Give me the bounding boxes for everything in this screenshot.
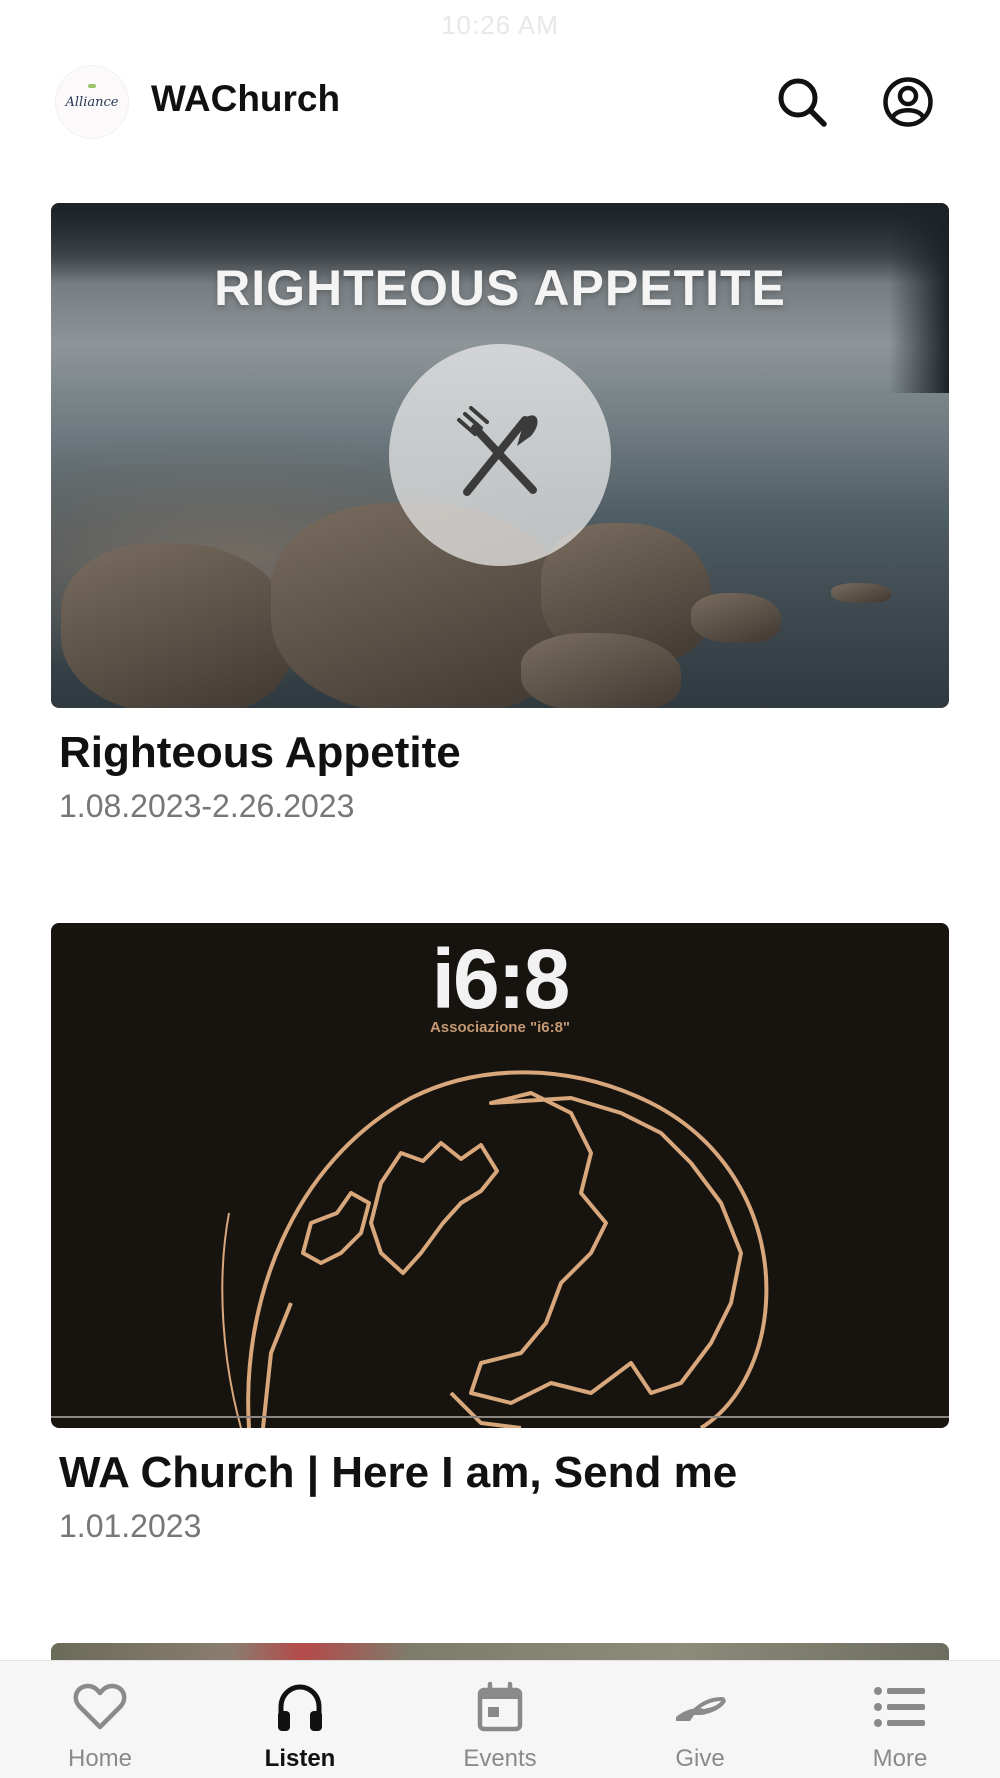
tab-give[interactable]: Give xyxy=(600,1661,800,1778)
fork-knife-icon xyxy=(457,406,538,496)
rock xyxy=(521,633,681,708)
series-date: 1.01.2023 xyxy=(59,1508,202,1544)
tab-label: Give xyxy=(675,1745,725,1772)
headphones-icon xyxy=(278,1684,322,1731)
tab-label: More xyxy=(872,1745,928,1772)
logo-leaf-icon xyxy=(88,84,96,88)
app-header: Alliance WAChurch xyxy=(0,62,1000,142)
app-title: WAChurch xyxy=(151,78,341,119)
series-artwork[interactable]: RIGHTEOUS APPETITE xyxy=(51,203,949,708)
tab-more[interactable]: More xyxy=(800,1661,1000,1778)
rock xyxy=(691,593,781,643)
give-hand-icon xyxy=(676,1697,726,1721)
bottom-tab-bar: Home Listen Events Give More xyxy=(0,1660,1000,1778)
tab-label: Home xyxy=(67,1745,133,1772)
tab-listen[interactable]: Listen xyxy=(200,1661,400,1778)
series-banner-text: RIGHTEOUS APPETITE xyxy=(214,260,786,316)
status-time: 10:26 AM xyxy=(441,10,559,40)
rock xyxy=(61,543,291,708)
listen-screen: 10:26 AM Alliance WAChurch RIGHTEOUS APP… xyxy=(0,0,1000,1778)
heart-icon xyxy=(73,1683,127,1730)
series-card[interactable]: RIGHTEOUS APPETITE Righteous Appetite 1.… xyxy=(51,203,949,833)
tab-label: Listen xyxy=(264,1745,336,1772)
church-logo[interactable]: Alliance xyxy=(56,66,128,138)
tab-home[interactable]: Home xyxy=(0,1661,200,1778)
list-icon xyxy=(874,1687,925,1727)
series-title[interactable]: Righteous Appetite xyxy=(59,728,461,778)
series-artwork[interactable]: i6:8 Associazione "i6:8" xyxy=(51,923,949,1428)
logo-text: Alliance xyxy=(65,94,119,110)
divider-line xyxy=(51,1416,949,1418)
utensil-badge xyxy=(389,344,611,566)
search-icon xyxy=(778,78,827,127)
user-circle-icon xyxy=(883,77,933,127)
series-date: 1.08.2023-2.26.2023 xyxy=(59,788,355,824)
series-card[interactable]: i6:8 Associazione "i6:8" WA Church | Her… xyxy=(51,923,949,1553)
globe-icon xyxy=(221,1070,769,1428)
search-button[interactable] xyxy=(774,74,830,130)
rock xyxy=(831,583,891,603)
tab-label: Events xyxy=(463,1745,537,1772)
calendar-icon xyxy=(477,1681,523,1732)
series-title[interactable]: WA Church | Here I am, Send me xyxy=(59,1448,737,1498)
profile-button[interactable] xyxy=(880,74,936,130)
tab-events[interactable]: Events xyxy=(400,1661,600,1778)
